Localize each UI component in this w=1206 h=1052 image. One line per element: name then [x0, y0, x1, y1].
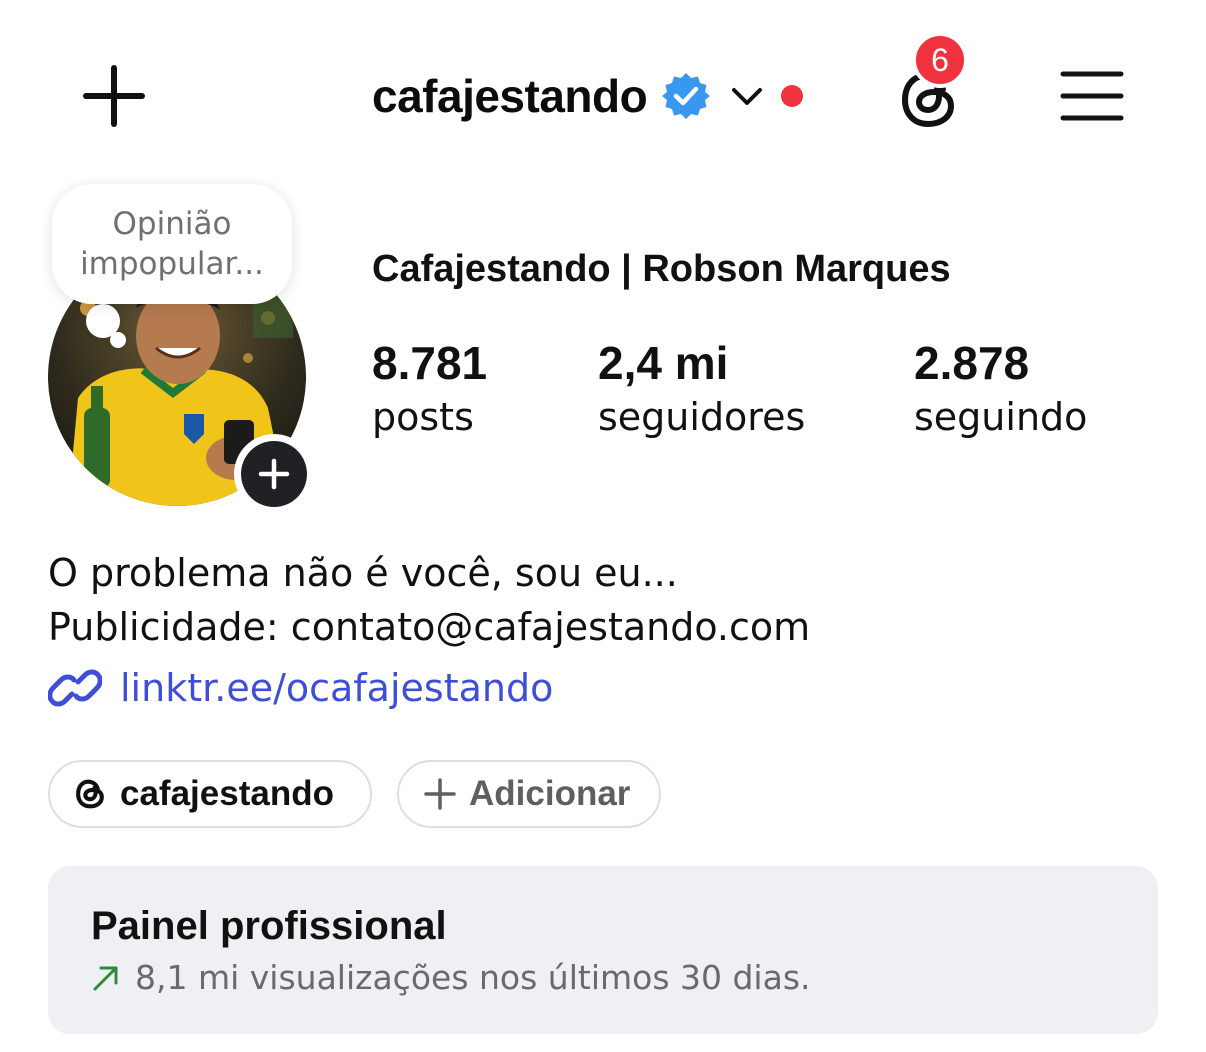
add-story-button[interactable] — [234, 434, 314, 514]
bio-line-1: O problema não é você, sou eu... — [48, 551, 678, 595]
hamburger-menu-icon — [1060, 71, 1124, 121]
stat-value: 2,4 mi — [598, 337, 729, 389]
trend-up-arrow-icon — [93, 966, 118, 990]
plus-icon — [83, 65, 145, 127]
verified-badge-icon — [662, 73, 711, 119]
stat-followers[interactable]: 2,4 mi seguidores — [598, 336, 805, 444]
note-bubble-tail-small — [110, 332, 126, 348]
plus-icon — [424, 778, 456, 810]
stat-label: seguindo — [914, 395, 1088, 439]
chevron-down-icon — [732, 88, 763, 105]
stat-following[interactable]: 2.878 seguindo — [914, 336, 1087, 444]
dashboard-subtitle: 8,1 mi visualizações nos últimos 30 dias… — [135, 958, 811, 997]
add-link-chip[interactable]: Adicionar — [397, 760, 661, 828]
bio-line-2: Publicidade: contato@cafajestando.com — [48, 605, 811, 649]
stat-posts[interactable]: 8.781 posts — [372, 336, 487, 444]
stat-value: 8.781 — [372, 337, 488, 389]
threads-chip-label: cafajestando — [120, 774, 334, 813]
dashboard-stat-row: 8,1 mi visualizações nos últimos 30 dias… — [91, 958, 811, 997]
professional-dashboard-card[interactable]: Painel profissional 8,1 mi visualizações… — [48, 866, 1158, 1034]
menu-button[interactable] — [1050, 60, 1134, 132]
unread-dot — [781, 85, 804, 107]
link-icon — [48, 669, 102, 707]
account-switcher[interactable]: cafajestando — [372, 64, 804, 128]
dashboard-title: Painel profissional — [91, 904, 447, 948]
username: cafajestando — [372, 70, 648, 122]
new-post-button[interactable] — [74, 56, 154, 136]
bio-link[interactable]: linktr.ee/ocafajestando — [48, 664, 553, 712]
threads-profile-chip[interactable]: cafajestando — [48, 760, 372, 828]
note-line-2: impopular... — [80, 246, 264, 282]
bio: O problema não é você, sou eu... Publici… — [48, 546, 810, 654]
stat-label: posts — [372, 395, 474, 439]
notification-badge: 6 — [912, 32, 968, 88]
note-line-1: Opinião — [112, 206, 232, 242]
threads-icon — [76, 779, 104, 809]
add-chip-label: Adicionar — [469, 774, 631, 813]
plus-icon — [258, 458, 290, 490]
stat-label: seguidores — [598, 395, 806, 439]
stat-value: 2.878 — [914, 337, 1030, 389]
note-bubble[interactable]: Opinião impopular... — [52, 184, 292, 304]
profile-full-name: Cafajestando | Robson Marques — [372, 248, 951, 290]
bio-link-text: linktr.ee/ocafajestando — [120, 666, 554, 710]
